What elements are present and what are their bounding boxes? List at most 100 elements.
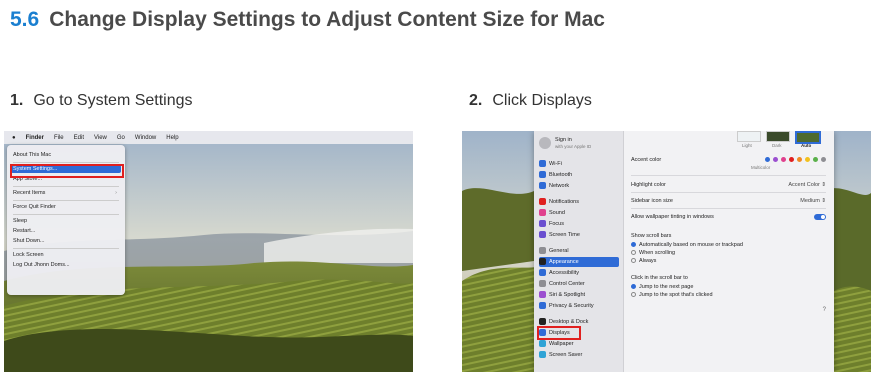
appearance-auto-label: Auto: [801, 143, 812, 148]
sidebar-item-label: Screen Saver: [549, 352, 583, 358]
menu-item-restart[interactable]: Restart...: [13, 227, 119, 235]
apple-icon[interactable]: ●: [12, 135, 16, 141]
menu-divider: [13, 186, 119, 187]
gear-icon: [539, 247, 546, 255]
accent-color-swatches[interactable]: [762, 155, 826, 165]
dock-icon: [539, 318, 546, 326]
menu-divider: [13, 248, 119, 249]
sidebar-item-siri-spotlight[interactable]: Siri & Spotlight: [539, 290, 619, 300]
sidebar-item-wifi[interactable]: Wi-Fi: [539, 159, 619, 169]
sidebar-item-privacy-security[interactable]: Privacy & Security: [539, 301, 619, 311]
accent-swatch-7[interactable]: [821, 157, 826, 163]
menu-go[interactable]: Go: [117, 135, 125, 141]
sidebar-item-label: Control Center: [549, 281, 585, 287]
sidebar-item-control-center[interactable]: Control Center: [539, 279, 619, 289]
accent-swatch-6[interactable]: [813, 157, 818, 163]
appearance-light-thumb[interactable]: [737, 131, 761, 142]
menu-finder[interactable]: Finder: [26, 135, 44, 141]
menu-item-label: Recent Items: [13, 190, 46, 196]
accent-swatch-0[interactable]: [765, 157, 770, 163]
menu-help[interactable]: Help: [166, 135, 178, 141]
appearance-light-label: Light: [742, 143, 752, 148]
sidebar-item-wallpaper[interactable]: Wallpaper: [539, 339, 619, 349]
accent-swatch-4[interactable]: [797, 157, 802, 163]
accent-color-label: Accent color: [631, 157, 662, 163]
divider: [631, 192, 826, 193]
network-icon: [539, 182, 546, 190]
sidebar-item-bluetooth[interactable]: Bluetooth: [539, 170, 619, 180]
sidebar-item-appearance[interactable]: Appearance: [539, 257, 619, 267]
menu-view[interactable]: View: [94, 135, 107, 141]
sidebar-item-label: Bluetooth: [549, 172, 573, 178]
appearance-pane: Light Dark Auto Accent color Multicolor …: [623, 131, 834, 372]
sidebar-item-screen-saver[interactable]: Screen Saver: [539, 350, 619, 360]
option-label: Always: [639, 258, 657, 264]
wallpaper-tinting-toggle[interactable]: [814, 214, 826, 220]
menu-item-shut-down[interactable]: Shut Down...: [13, 237, 119, 245]
menu-item-lock-screen[interactable]: Lock Screen: [13, 251, 119, 259]
wallpaper-icon: [539, 340, 546, 348]
accent-swatch-2[interactable]: [781, 157, 786, 163]
sidebar-icon-size-row: Sidebar icon size Medium ⇕: [631, 196, 826, 206]
accent-swatch-5[interactable]: [805, 157, 810, 163]
radio-selected: [631, 284, 636, 290]
step-text: Go to System Settings: [33, 92, 193, 109]
step-number: 2.: [469, 92, 483, 109]
bell-icon: [539, 198, 546, 206]
sidebar-item-label: Accessibility: [549, 270, 579, 276]
highlight-color-select[interactable]: Accent Color ⇕: [788, 180, 826, 190]
sidebar-item-screen-time[interactable]: Screen Time: [539, 230, 619, 240]
avatar[interactable]: [539, 137, 551, 149]
sidebar-item-sound[interactable]: Sound: [539, 208, 619, 218]
sidebar-item-accessibility[interactable]: Accessibility: [539, 268, 619, 278]
radio-selected: [631, 242, 636, 248]
highlight-box-system-settings: [10, 164, 124, 178]
hourglass-icon: [539, 231, 546, 239]
option-label: Jump to the spot that's clicked: [639, 292, 713, 298]
menu-file[interactable]: File: [54, 135, 64, 141]
sidebar-item-label: Wallpaper: [549, 341, 574, 347]
sidebar-item-focus[interactable]: Focus: [539, 219, 619, 229]
appearance-icon: [539, 258, 546, 266]
click-option-spot[interactable]: Jump to the spot that's clicked: [631, 290, 826, 300]
menu-item-recent-items[interactable]: Recent Items ›: [13, 189, 119, 197]
divider: [631, 175, 826, 176]
accent-swatch-1[interactable]: [773, 157, 778, 163]
menu-item-force-quit[interactable]: Force Quit Finder: [13, 203, 119, 211]
account-name[interactable]: Sign in: [555, 137, 572, 143]
menu-item-sleep[interactable]: Sleep: [13, 217, 119, 225]
chevron-right-icon: ›: [115, 190, 117, 196]
menu-item-about[interactable]: About This Mac: [13, 151, 119, 159]
mac-menu-bar: ● Finder File Edit View Go Window Help: [4, 131, 413, 144]
radio-unselected: [631, 292, 636, 298]
sidebar-item-label: Desktop & Dock: [549, 319, 589, 325]
moon-icon: [539, 220, 546, 228]
section-number: 5.6: [10, 8, 40, 31]
appearance-dark-thumb[interactable]: [766, 131, 790, 142]
sidebar-item-label: Privacy & Security: [549, 303, 594, 309]
sidebar-item-general[interactable]: General: [539, 246, 619, 256]
radio-unselected: [631, 258, 636, 264]
scroll-option-always[interactable]: Always: [631, 256, 826, 266]
sidebar-item-network[interactable]: Network: [539, 181, 619, 191]
menu-divider: [13, 162, 119, 163]
step-2-label: 2. Click Displays: [469, 92, 592, 110]
radio-unselected: [631, 250, 636, 256]
menu-item-log-out[interactable]: Log Out Jhonn Doms...: [13, 261, 119, 269]
menu-window[interactable]: Window: [135, 135, 156, 141]
sidebar-item-notifications[interactable]: Notifications: [539, 197, 619, 207]
control-center-icon: [539, 280, 546, 288]
appearance-dark-label: Dark: [772, 143, 782, 148]
system-settings-window: Sign in with your Apple ID Wi-Fi Bluetoo…: [534, 131, 834, 372]
accent-color-row: Accent color: [631, 155, 826, 165]
highlight-color-label: Highlight color: [631, 182, 666, 188]
menu-edit[interactable]: Edit: [74, 135, 84, 141]
sidebar-item-label: Notifications: [549, 199, 579, 205]
wallpaper-tinting-row: Allow wallpaper tinting in windows: [631, 212, 826, 222]
help-button[interactable]: ?: [823, 307, 826, 313]
account-subtitle: with your Apple ID: [555, 144, 592, 149]
highlight-color-row: Highlight color Accent Color ⇕: [631, 180, 826, 190]
sidebar-icon-size-select[interactable]: Medium ⇕: [800, 196, 826, 206]
sidebar-item-label: General: [549, 248, 569, 254]
accent-swatch-3[interactable]: [789, 157, 794, 163]
